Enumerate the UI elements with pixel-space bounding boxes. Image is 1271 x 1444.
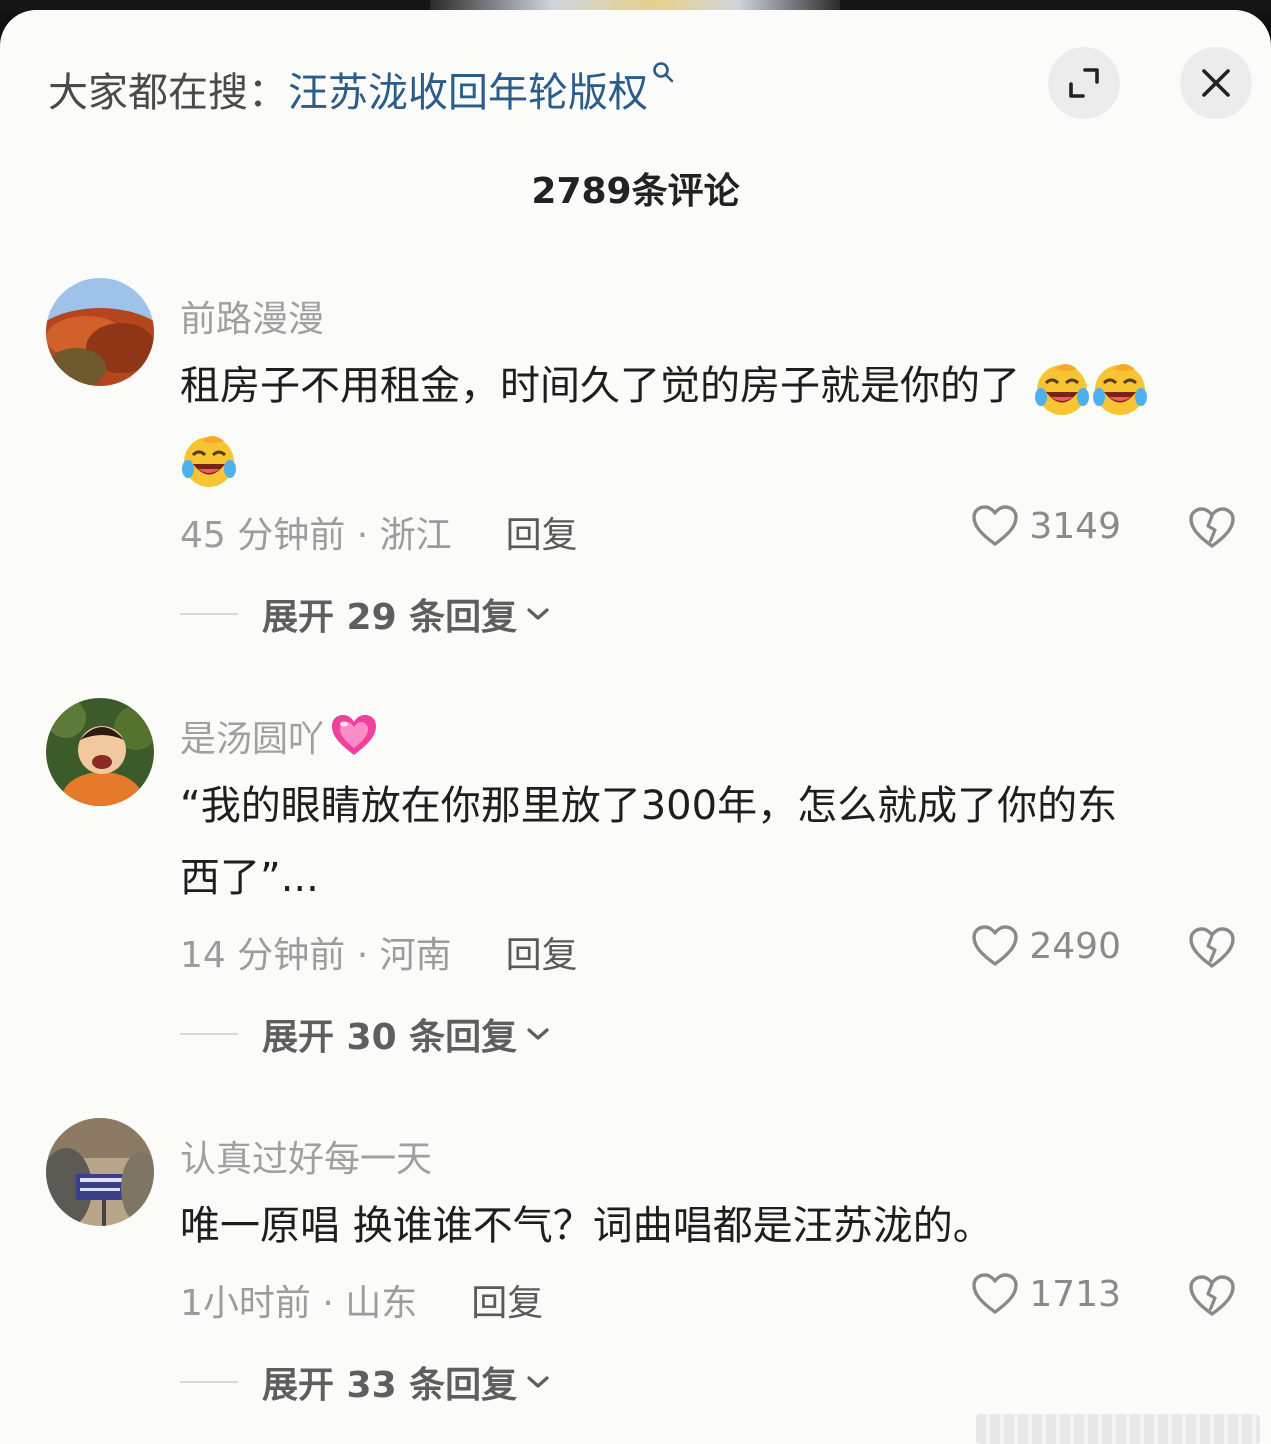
watermark-strip	[976, 1414, 1260, 1444]
reply-button[interactable]: 回复	[506, 506, 578, 558]
username[interactable]: 认真过好每一天	[180, 1130, 432, 1182]
comment-text-line2: 西了”...	[180, 855, 319, 901]
laughing-cry-emoji	[182, 436, 236, 487]
divider-line	[180, 613, 238, 615]
laughing-cry-emoji	[1092, 364, 1147, 415]
expand-replies-button[interactable]: 展开 29 条回复	[180, 588, 551, 640]
heart-icon	[972, 925, 1019, 966]
comment-text: 租房子不用租金，时间久了觉的房子就是你的了	[180, 350, 1240, 494]
laughing-cry-emoji	[1034, 364, 1089, 415]
expand-replies-label: 展开 29 条回复	[262, 597, 518, 638]
like-button[interactable]: 2490	[971, 924, 1121, 968]
reply-button[interactable]: 回复	[506, 926, 578, 978]
heart-icon	[972, 505, 1019, 546]
video-thumbnail	[430, 0, 840, 10]
divider-line	[180, 1381, 238, 1383]
avatar[interactable]	[46, 278, 154, 386]
expand-replies-button[interactable]: 展开 33 条回复	[180, 1356, 551, 1408]
expand-replies-label: 展开 33 条回复	[262, 1365, 518, 1406]
avatar[interactable]	[46, 1118, 154, 1226]
time-location: 1小时前 · 山东	[180, 1283, 418, 1324]
heart-icon	[972, 1273, 1019, 1314]
expand-replies-button[interactable]: 展开 30 条回复	[180, 1008, 551, 1060]
search-icon	[652, 61, 674, 89]
expand-replies-label: 展开 30 条回复	[262, 1017, 518, 1058]
pink-heart-emoji	[332, 715, 377, 755]
username-text: 是汤圆吖	[180, 719, 325, 760]
comment-text-line1: “我的眼睛放在你那里放了300年，怎么就成了你的东	[180, 783, 1118, 829]
dislike-button[interactable]	[1188, 1274, 1236, 1322]
comment-sheet: 大家都在搜： 汪苏泷收回年轮版权 2789条评论 前路漫漫 租房子不用租金，时间…	[0, 10, 1271, 1444]
like-count: 2490	[1029, 925, 1121, 967]
search-term-link[interactable]: 汪苏泷收回年轮版权	[288, 60, 648, 118]
dislike-button[interactable]	[1188, 506, 1236, 554]
comment-count: 2789条评论	[531, 171, 740, 212]
divider-line	[180, 1033, 238, 1035]
like-count: 1713	[1029, 1273, 1121, 1315]
broken-heart-icon	[1189, 927, 1235, 968]
like-button[interactable]: 1713	[971, 1272, 1121, 1316]
expand-button[interactable]	[1048, 47, 1120, 119]
search-prefix: 大家都在搜：	[48, 70, 288, 116]
chevron-down-icon	[527, 608, 549, 620]
chevron-down-icon	[527, 1028, 549, 1040]
expand-icon	[1069, 68, 1099, 98]
comment-text: “我的眼睛放在你那里放了300年，怎么就成了你的东 西了”...	[180, 770, 1240, 914]
dislike-button[interactable]	[1188, 926, 1236, 974]
close-button[interactable]	[1180, 47, 1252, 119]
comment-meta: 1小时前 · 山东 回复	[180, 1274, 543, 1326]
comment-text: 唯一原唱 换谁谁不气？词曲唱都是汪苏泷的。	[180, 1190, 1240, 1262]
close-icon	[1202, 69, 1230, 97]
like-button[interactable]: 3149	[971, 504, 1121, 548]
comment-meta: 45 分钟前 · 浙江 回复	[180, 506, 578, 558]
reply-button[interactable]: 回复	[471, 1274, 543, 1326]
chevron-down-icon	[527, 1376, 549, 1388]
like-count: 3149	[1029, 505, 1121, 547]
comment-text-content: 租房子不用租金，时间久了觉的房子就是你的了	[180, 363, 1020, 409]
time-location: 45 分钟前 · 浙江	[180, 515, 452, 556]
broken-heart-icon	[1189, 1275, 1235, 1316]
time-location: 14 分钟前 · 河南	[180, 935, 452, 976]
avatar[interactable]	[46, 698, 154, 806]
comment-text-content: 唯一原唱 换谁谁不气？词曲唱都是汪苏泷的。	[180, 1203, 993, 1249]
username[interactable]: 前路漫漫	[180, 290, 324, 342]
broken-heart-icon	[1189, 507, 1235, 548]
username-text: 认真过好每一天	[180, 1139, 433, 1180]
username[interactable]: 是汤圆吖	[180, 710, 378, 762]
search-suggestion[interactable]: 大家都在搜： 汪苏泷收回年轮版权	[48, 62, 674, 116]
comment-meta: 14 分钟前 · 河南 回复	[180, 926, 578, 978]
username-text: 前路漫漫	[180, 299, 325, 340]
